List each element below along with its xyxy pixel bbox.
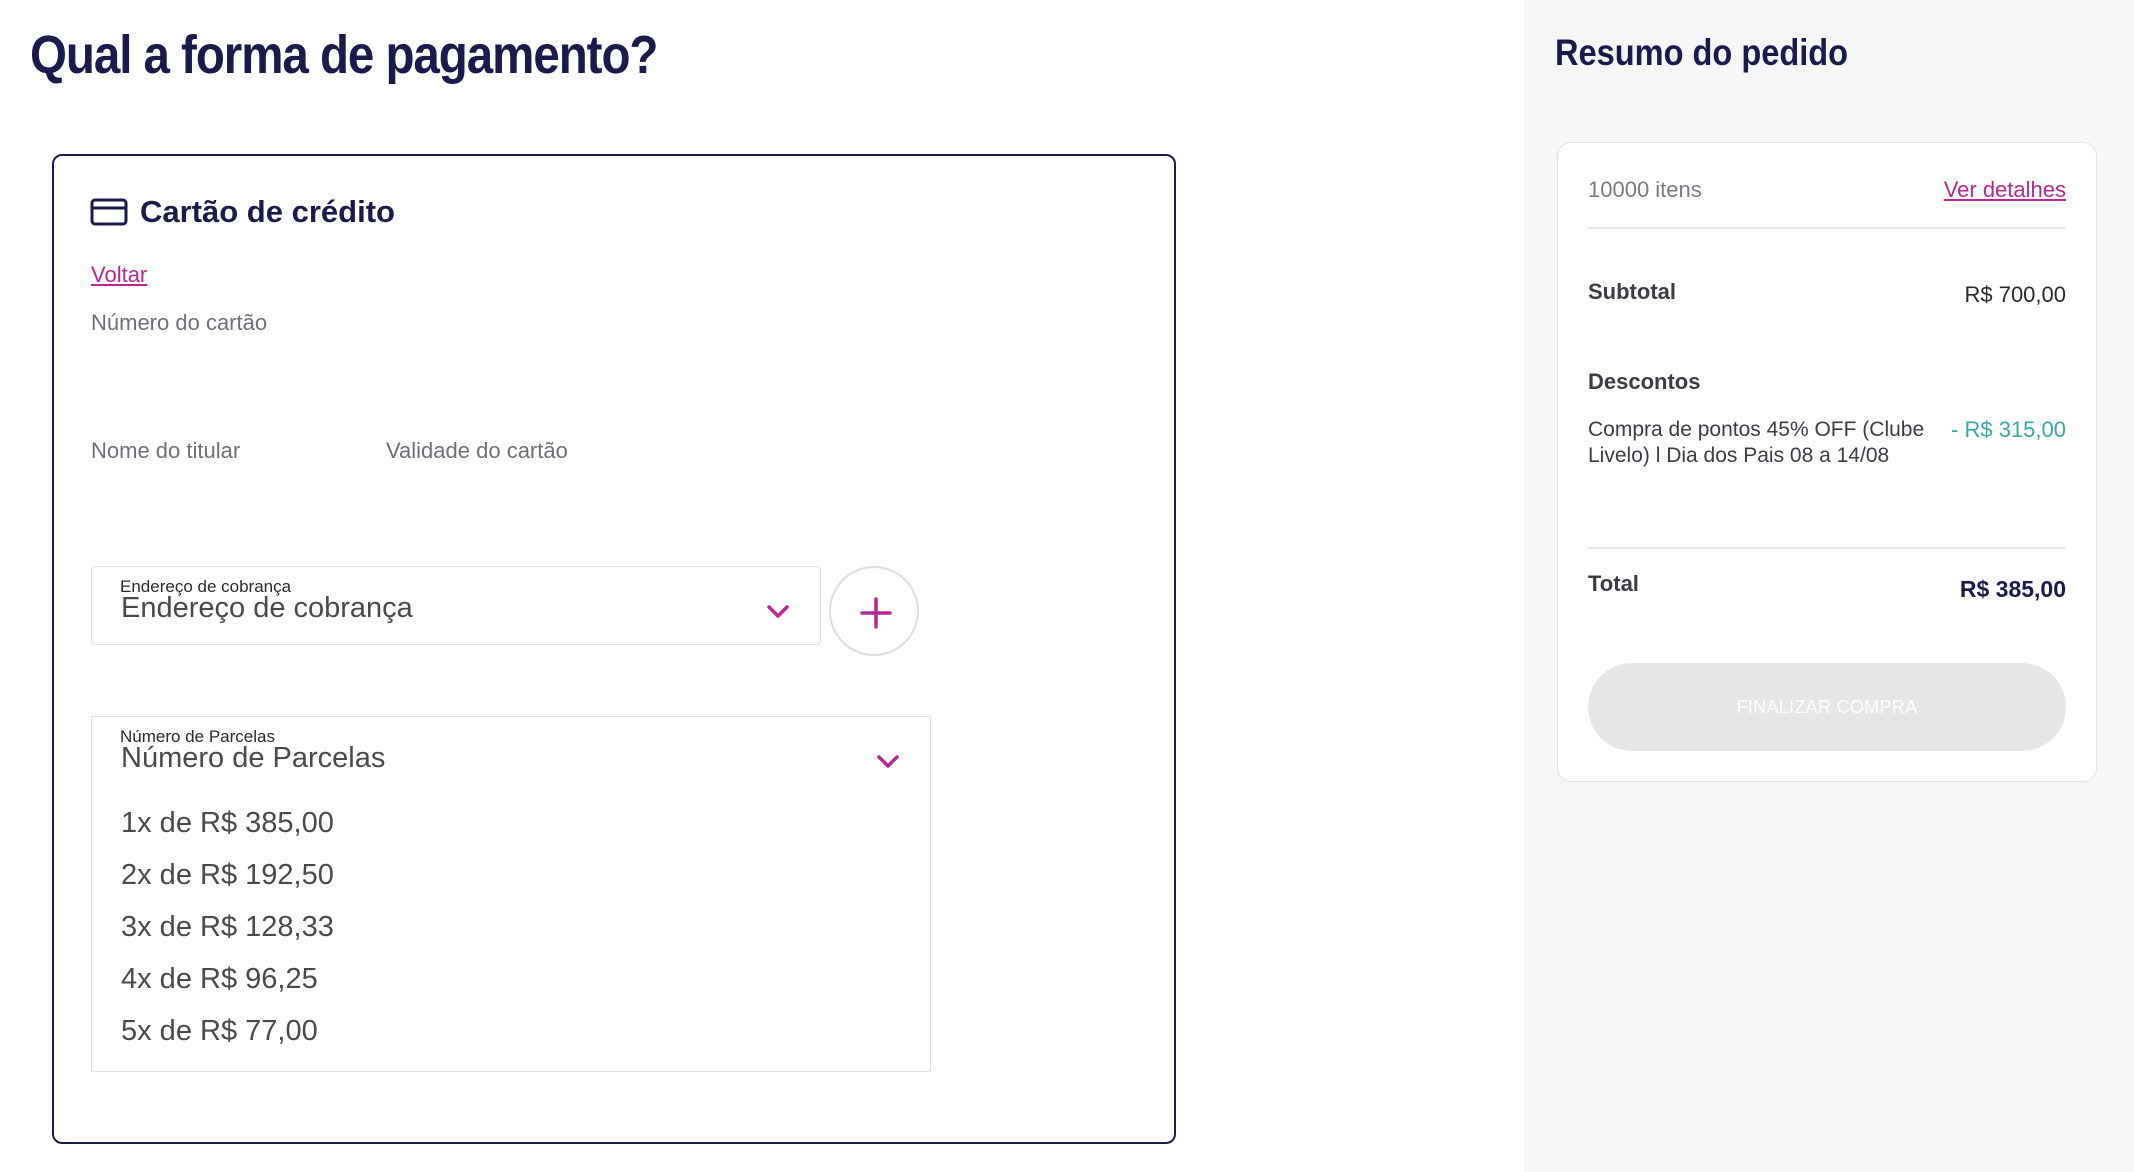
chevron-down-icon: [766, 604, 790, 620]
subtotal-value: R$ 700,00: [1964, 282, 2066, 307]
card-validity-label: Validade do cartão: [386, 438, 568, 463]
billing-address-select[interactable]: Endereço de cobrança Endereço de cobranç…: [91, 566, 821, 645]
divider: [1588, 227, 2066, 229]
total-label: Total: [1588, 571, 1639, 596]
installments-select[interactable]: Número de Parcelas Número de Parcelas 1x…: [91, 716, 931, 1072]
payment-section: Qual a forma de pagamento? Cartão de cré…: [0, 0, 1524, 1172]
discounts-heading-row: Descontos: [1588, 369, 2066, 395]
discount-description: Compra de pontos 45% OFF (Clube Livelo) …: [1588, 418, 1925, 467]
total-value: R$ 385,00: [1959, 576, 2066, 602]
holder-name-label: Nome do titular: [91, 438, 241, 463]
order-summary-sidebar: Resumo do pedido 10000 itens Ver detalhe…: [1524, 0, 2134, 1172]
chevron-down-icon: [876, 754, 900, 770]
items-row: 10000 itens Ver detalhes: [1588, 177, 2066, 203]
installment-option[interactable]: 3x de R$ 128,33: [121, 901, 334, 953]
total-row: Total R$ 385,00: [1588, 571, 2066, 602]
order-summary-title: Resumo do pedido: [1555, 32, 1849, 73]
order-summary-card: 10000 itens Ver detalhes Subtotal R$ 700…: [1557, 142, 2097, 782]
installments-options-list: 1x de R$ 385,00 2x de R$ 192,50 3x de R$…: [121, 797, 334, 1057]
items-count: 10000 itens: [1588, 177, 1702, 202]
add-address-button[interactable]: [829, 566, 919, 656]
divider: [1588, 547, 2066, 549]
credit-card-icon: [90, 198, 128, 226]
billing-address-value: Endereço de cobrança: [121, 592, 413, 624]
view-details-link[interactable]: Ver detalhes: [1944, 177, 2066, 203]
installment-option[interactable]: 2x de R$ 192,50: [121, 849, 334, 901]
card-header: Cartão de crédito: [90, 194, 395, 230]
subtotal-row: Subtotal R$ 700,00: [1588, 279, 2066, 307]
installments-select-head[interactable]: Número de Parcelas Número de Parcelas: [92, 717, 930, 787]
installment-option[interactable]: 1x de R$ 385,00: [121, 797, 334, 849]
installment-option[interactable]: 4x de R$ 96,25: [121, 953, 334, 1005]
discounts-label: Descontos: [1588, 369, 1701, 394]
finish-purchase-button[interactable]: FINALIZAR COMPRA: [1588, 663, 2066, 751]
credit-card-panel: Cartão de crédito Voltar Número do cartã…: [52, 154, 1176, 1144]
discount-row: Compra de pontos 45% OFF (Clube Livelo) …: [1588, 417, 2066, 469]
installments-value: Número de Parcelas: [121, 742, 386, 774]
card-number-label: Número do cartão: [91, 310, 268, 335]
payment-method-title: Cartão de crédito: [140, 194, 395, 229]
discount-value: - R$ 315,00: [1951, 417, 2066, 442]
back-link[interactable]: Voltar: [91, 262, 147, 288]
subtotal-label: Subtotal: [1588, 279, 1676, 304]
page-title: Qual a forma de pagamento?: [30, 25, 658, 85]
plus-icon: [860, 597, 892, 629]
installment-option[interactable]: 5x de R$ 77,00: [121, 1005, 334, 1057]
